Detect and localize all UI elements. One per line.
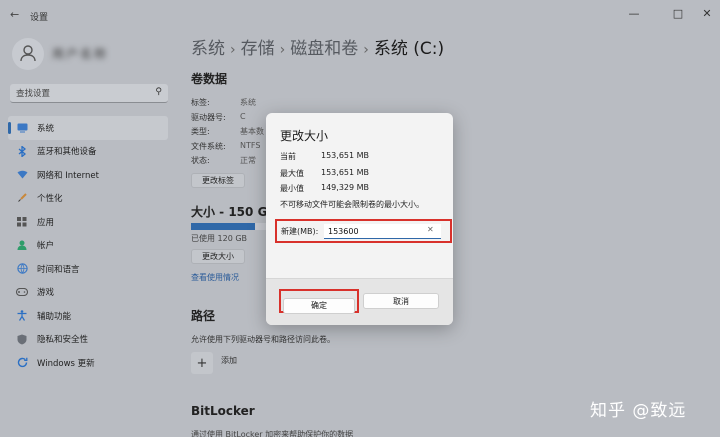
minimize-button[interactable]: — [624,6,644,22]
breadcrumb-current: 系统 (C:) [373,39,445,59]
sidebar-item-system[interactable]: 系统 [8,116,168,140]
accessibility-icon [16,310,28,322]
shield-icon [16,333,28,345]
dialog-note: 不可移动文件可能会限制卷的最小大小。 [280,200,424,209]
usage-bar-fill [191,223,255,230]
sidebar-item-label: 辅助功能 [37,311,72,322]
clear-icon[interactable]: ✕ [427,225,434,234]
plus-icon: + [196,355,208,371]
sidebar-item-accounts[interactable]: 帐户 [8,234,168,258]
search-box[interactable]: ⚲ [10,84,168,103]
new-size-input[interactable] [324,224,441,239]
size-heading: 大小 - 150 GB [191,205,277,219]
bluetooth-icon [16,145,28,157]
sidebar-item-privacy[interactable]: 隐私和安全性 [8,328,168,352]
prop-key: 状态: [191,156,210,165]
maximize-button[interactable]: □ [668,6,688,22]
sidebar-item-windows-update[interactable]: Windows 更新 [8,351,168,375]
breadcrumb-disks-volumes[interactable]: 磁盘和卷 [290,39,358,59]
sidebar-item-time-language[interactable]: 时间和语言 [8,257,168,281]
prop-key: 文件系统: [191,141,226,151]
dialog-title: 更改大小 [280,129,329,143]
resize-dialog: 更改大小 当前 153,651 MB 最大值 153,651 MB 最小值 14… [266,113,453,325]
update-icon [16,357,28,369]
search-input[interactable] [16,87,146,100]
usage-bar [191,223,271,230]
resize-button[interactable]: 更改大小 [191,249,245,264]
dialog-footer: 确定 取消 [266,278,453,325]
sidebar-item-network[interactable]: 网络和 Internet [8,163,168,187]
close-button[interactable]: ✕ [697,6,717,22]
prop-row: 标签: 系统 [191,97,451,112]
sidebar-item-label: 系统 [37,123,55,134]
max-size-label: 最大值 [280,169,304,178]
brush-icon [16,192,28,204]
sidebar-item-label: 蓝牙和其他设备 [37,147,97,158]
person-icon [16,239,28,251]
ok-highlight: 确定 [279,289,359,314]
current-size-value: 153,651 MB [321,151,370,160]
person-avatar-icon [20,45,36,62]
prop-key: 类型: [191,127,210,136]
watermark: 知乎 @致远 [590,401,687,421]
search-icon[interactable]: ⚲ [155,87,162,97]
ok-button[interactable]: 确定 [283,297,355,314]
chevron-right-icon: › [230,42,236,58]
prop-key: 驱动器号: [191,112,226,122]
sidebar-item-label: 应用 [37,217,55,228]
new-size-label: 新建(MB): [281,227,319,236]
prop-value: C [240,111,246,121]
breadcrumb-system[interactable]: 系统 [191,39,225,59]
sidebar-item-label: 个性化 [37,194,63,205]
avatar[interactable] [12,38,44,70]
prop-key: 标签: [191,98,210,107]
prop-value: 系统 [240,98,256,107]
back-arrow-icon[interactable]: ← [10,8,19,21]
new-size-highlight: 新建(MB): ✕ [275,219,452,243]
sidebar-item-bluetooth[interactable]: 蓝牙和其他设备 [8,140,168,164]
game-controller-icon [16,286,28,298]
used-space-text: 已使用 120 GB [191,234,248,243]
sidebar-item-label: 网络和 Internet [37,170,99,181]
prop-value: 基本数 [240,127,264,136]
breadcrumb-storage[interactable]: 存储 [241,39,275,59]
min-size-value: 149,329 MB [321,183,370,192]
title-bar: ← 设置 — □ ✕ [0,0,720,30]
add-path-button[interactable]: + [191,352,213,374]
sidebar-item-label: 隐私和安全性 [37,335,89,346]
globe-clock-icon [16,263,28,275]
chevron-right-icon: › [363,42,369,58]
cancel-button[interactable]: 取消 [363,293,439,309]
bitlocker-description: 通过使用 BitLocker 加密来帮助保护你的数据 [191,430,354,437]
prop-value: 正常 [240,156,256,165]
sidebar-item-label: 时间和语言 [37,264,80,275]
current-size-label: 当前 [280,152,296,161]
bitlocker-heading: BitLocker [191,404,255,418]
wifi-icon [16,169,28,181]
paths-description: 允许使用下列驱动器号和路径访问此卷。 [191,335,335,344]
breadcrumb: 系统 › 存储 › 磁盘和卷 › 系统 (C:) [191,34,444,59]
view-usage-link[interactable]: 查看使用情况 [191,272,239,283]
volume-data-heading: 卷数据 [191,72,228,86]
prop-value: NTFS [240,140,261,150]
sidebar-item-label: Windows 更新 [37,358,95,369]
max-size-value: 153,651 MB [321,168,370,177]
sidebar-item-accessibility[interactable]: 辅助功能 [8,304,168,328]
min-size-label: 最小值 [280,184,304,193]
chevron-right-icon: › [279,42,286,58]
user-name: 用户名称 [52,47,109,61]
paths-heading: 路径 [191,309,216,323]
sidebar-item-gaming[interactable]: 游戏 [8,281,168,305]
sidebar-item-label: 游戏 [37,288,55,299]
change-label-button[interactable]: 更改标签 [191,173,245,188]
sidebar-item-label: 帐户 [37,241,55,252]
sidebar-item-apps[interactable]: 应用 [8,210,168,234]
apps-icon [16,216,28,228]
add-path-label: 添加 [221,356,237,365]
monitor-icon [16,122,28,134]
sidebar-item-personalization[interactable]: 个性化 [8,187,168,211]
sidebar-nav: 系统 蓝牙和其他设备 网络和 Internet 个性化 应用 帐户 时间和语言 … [8,116,168,375]
window-title: 设置 [30,13,49,23]
